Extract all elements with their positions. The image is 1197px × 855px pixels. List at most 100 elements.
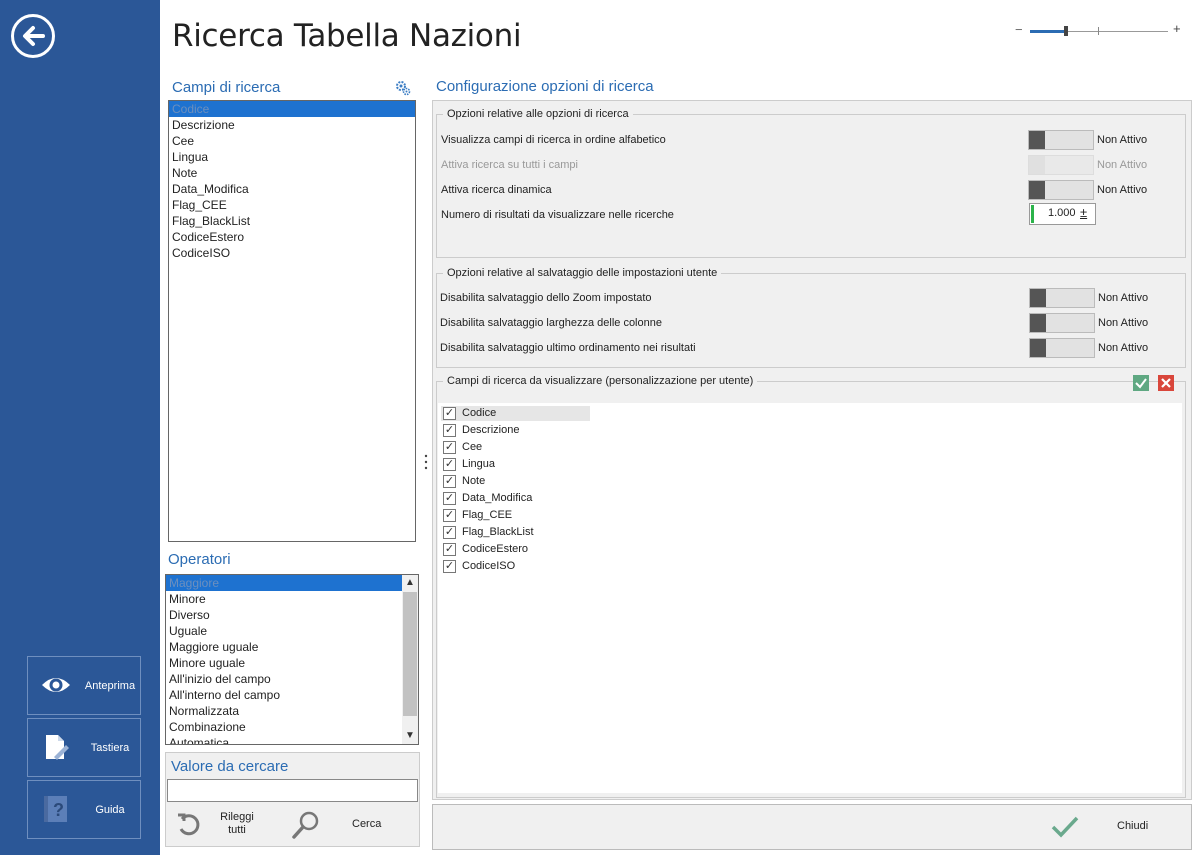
back-arrow-icon[interactable] bbox=[11, 14, 55, 58]
search-options-legend: Opzioni relative alle opzioni di ricerca bbox=[447, 108, 629, 120]
checkbox-label: Note bbox=[462, 475, 486, 487]
search-button[interactable]: Cerca bbox=[290, 808, 400, 842]
field-list-item[interactable]: Cee bbox=[169, 133, 415, 149]
field-list-item[interactable]: Codice bbox=[169, 101, 415, 117]
fields-listbox[interactable]: Codice Descrizione Cee Lingua Note Data_Modif… bbox=[168, 100, 416, 542]
close-button[interactable]: Chiudi bbox=[1050, 812, 1160, 842]
toggle-state-label: Non Attivo bbox=[1098, 342, 1149, 354]
option-toggle[interactable] bbox=[1028, 180, 1094, 200]
checkbox[interactable]: ✓ bbox=[443, 458, 456, 471]
checkbox[interactable]: ✓ bbox=[443, 441, 456, 454]
field-list-item[interactable]: Flag_CEE bbox=[169, 197, 415, 213]
operators-heading: Operatori bbox=[168, 551, 231, 568]
eye-icon bbox=[40, 669, 72, 701]
sidebar: Anteprima Tastiera ? Guida bbox=[0, 0, 160, 855]
operator-list-item[interactable]: Maggiore uguale bbox=[166, 639, 402, 655]
spinner-accent-bar bbox=[1031, 205, 1034, 223]
operator-list-item[interactable]: Minore bbox=[166, 591, 402, 607]
refresh-icon bbox=[175, 811, 203, 839]
field-list-item[interactable]: Note bbox=[169, 165, 415, 181]
operators-listbox[interactable]: Maggiore Minore Diverso Uguale Maggiore ugua… bbox=[165, 574, 419, 745]
keyboard-label: Tastiera bbox=[90, 741, 130, 754]
operator-list-item[interactable]: Uguale bbox=[166, 623, 402, 639]
operators-scrollbar[interactable]: ▲ ▼ bbox=[402, 575, 418, 744]
plus-minus-icon[interactable]: ± bbox=[1080, 205, 1087, 220]
operator-list-item[interactable]: Combinazione bbox=[166, 719, 402, 735]
checkbox-label: Flag_CEE bbox=[462, 509, 513, 521]
field-list-item[interactable]: CodiceEstero bbox=[169, 229, 415, 245]
preview-button[interactable]: Anteprima bbox=[27, 656, 141, 715]
option-label: Disabilita salvataggio dello Zoom impost… bbox=[440, 292, 652, 304]
operator-list-item[interactable]: All'interno del campo bbox=[166, 687, 402, 703]
checkbox[interactable]: ✓ bbox=[443, 492, 456, 505]
operator-list-item[interactable]: Normalizzata bbox=[166, 703, 402, 719]
toggle-state-label: Non Attivo bbox=[1097, 159, 1148, 171]
operator-list-item[interactable]: All'inizio del campo bbox=[166, 671, 402, 687]
checkbox[interactable]: ✓ bbox=[443, 407, 456, 420]
field-checkbox-row[interactable]: ✓ Data_Modifica bbox=[438, 490, 638, 507]
help-button[interactable]: ? Guida bbox=[27, 780, 141, 839]
preview-label: Anteprima bbox=[84, 679, 136, 692]
field-checkbox-row[interactable]: ✓ CodiceEstero bbox=[438, 541, 638, 558]
field-list-item[interactable]: CodiceISO bbox=[169, 245, 415, 261]
checkbox[interactable]: ✓ bbox=[443, 424, 456, 437]
scroll-up-icon[interactable]: ▲ bbox=[402, 575, 418, 591]
close-label: Chiudi bbox=[1117, 820, 1149, 832]
operator-list-item[interactable]: Diverso bbox=[166, 607, 402, 623]
field-checkbox-row[interactable]: ✓ Codice bbox=[438, 405, 638, 422]
scroll-thumb[interactable] bbox=[403, 592, 417, 716]
option-toggle bbox=[1028, 155, 1094, 175]
splitter-grip[interactable] bbox=[424, 453, 428, 471]
option-toggle[interactable] bbox=[1029, 313, 1095, 333]
operator-list-item[interactable]: Minore uguale bbox=[166, 655, 402, 671]
toggle-knob bbox=[1029, 156, 1045, 174]
option-label: Visualizza campi di ricerca in ordine al… bbox=[441, 134, 666, 146]
field-list-item[interactable]: Data_Modifica bbox=[169, 181, 415, 197]
checkbox[interactable]: ✓ bbox=[443, 526, 456, 539]
field-list-item[interactable]: Flag_BlackList bbox=[169, 213, 415, 229]
reload-all-button[interactable]: Rileggi tutti bbox=[172, 808, 292, 842]
toggle-state-label: Non Attivo bbox=[1097, 134, 1148, 146]
results-count-spinner[interactable]: 1.000 ± bbox=[1029, 203, 1096, 225]
zoom-out-button[interactable]: − bbox=[1015, 22, 1023, 37]
option-toggle[interactable] bbox=[1028, 130, 1094, 150]
zoom-in-button[interactable]: + bbox=[1173, 21, 1181, 36]
operator-list-item[interactable]: Automatica bbox=[166, 735, 402, 744]
field-checkbox-row[interactable]: ✓ Cee bbox=[438, 439, 638, 456]
field-checkbox-row[interactable]: ✓ Note bbox=[438, 473, 638, 490]
cancel-icon[interactable] bbox=[1158, 375, 1174, 391]
confirm-icon[interactable] bbox=[1133, 375, 1149, 391]
checkbox-label: Codice bbox=[462, 407, 497, 419]
option-toggle[interactable] bbox=[1029, 288, 1095, 308]
checkbox[interactable]: ✓ bbox=[443, 543, 456, 556]
reload-all-label: Rileggi tutti bbox=[220, 811, 254, 836]
operator-list-item[interactable]: Maggiore bbox=[166, 575, 402, 591]
field-checkbox-row[interactable]: ✓ CodiceISO bbox=[438, 558, 638, 575]
search-value-input[interactable] bbox=[167, 779, 418, 802]
option-toggle[interactable] bbox=[1029, 338, 1095, 358]
checkbox[interactable]: ✓ bbox=[443, 475, 456, 488]
search-icon bbox=[290, 810, 322, 840]
checkbox[interactable]: ✓ bbox=[443, 560, 456, 573]
keyboard-button[interactable]: Tastiera bbox=[27, 718, 141, 777]
toggle-state-label: Non Attivo bbox=[1098, 317, 1149, 329]
field-checkbox-row[interactable]: ✓ Lingua bbox=[438, 456, 638, 473]
toggle-knob bbox=[1029, 131, 1045, 149]
gears-icon[interactable] bbox=[395, 80, 411, 96]
field-list-item[interactable]: Lingua bbox=[169, 149, 415, 165]
toggle-knob bbox=[1029, 181, 1045, 199]
checkbox-label: Data_Modifica bbox=[462, 492, 533, 504]
results-count-value[interactable]: 1.000 bbox=[1048, 207, 1076, 219]
checkbox-label: Flag_BlackList bbox=[462, 526, 534, 538]
zoom-thumb[interactable] bbox=[1064, 26, 1068, 36]
field-checkbox-row[interactable]: ✓ Descrizione bbox=[438, 422, 638, 439]
help-book-icon: ? bbox=[40, 793, 72, 825]
search-label: Cerca bbox=[352, 818, 382, 830]
field-checkbox-row[interactable]: ✓ Flag_BlackList bbox=[438, 524, 638, 541]
scroll-down-icon[interactable]: ▼ bbox=[402, 728, 418, 744]
checkbox[interactable]: ✓ bbox=[443, 509, 456, 522]
field-checkbox-row[interactable]: ✓ Flag_CEE bbox=[438, 507, 638, 524]
option-label: Attiva ricerca su tutti i campi bbox=[441, 159, 578, 171]
search-value-heading: Valore da cercare bbox=[171, 758, 289, 775]
field-list-item[interactable]: Descrizione bbox=[169, 117, 415, 133]
